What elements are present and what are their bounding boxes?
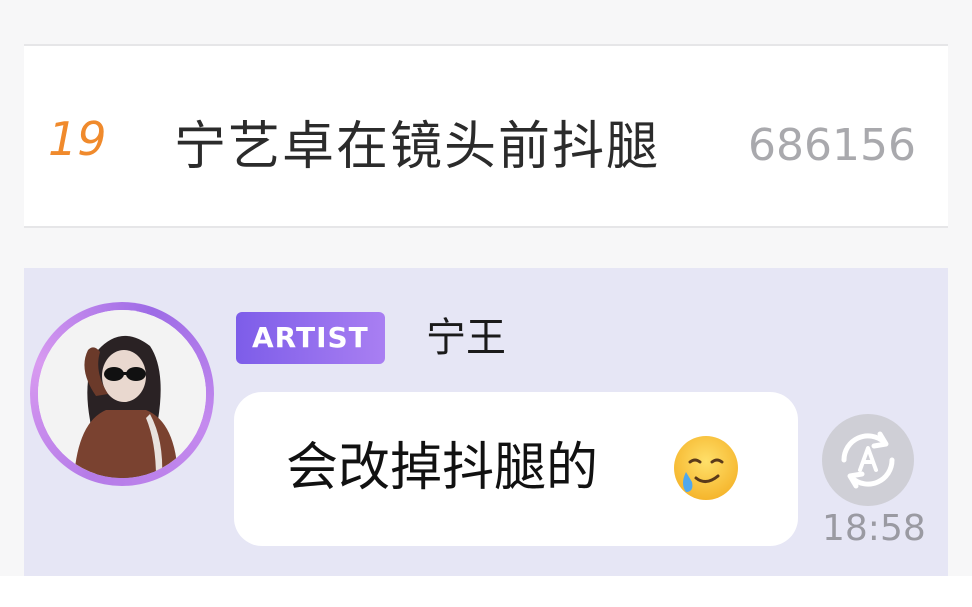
sender-name[interactable]: 宁王 xyxy=(426,312,506,364)
trending-title[interactable]: 宁艺卓在镜头前抖腿 xyxy=(174,104,660,179)
artist-badge: ARTIST xyxy=(236,312,385,364)
chat-message-row: ARTIST 宁王 会改掉抖腿的 18:58 xyxy=(24,268,948,576)
trending-count: 686156 xyxy=(748,120,916,171)
message-bubble[interactable]: 会改掉抖腿的 xyxy=(234,392,798,546)
avatar-image xyxy=(38,310,206,478)
face-holding-back-tears-icon xyxy=(674,436,738,500)
translate-icon xyxy=(841,431,895,489)
message-text: 会改掉抖腿的 xyxy=(286,438,599,498)
trending-item[interactable]: 19 宁艺卓在镜头前抖腿 686156 xyxy=(24,46,948,226)
avatar[interactable] xyxy=(38,310,206,478)
divider xyxy=(24,226,948,228)
bottom-area xyxy=(0,576,972,607)
avatar-ring[interactable] xyxy=(30,302,214,486)
translate-button[interactable] xyxy=(822,414,914,506)
trending-rank: 19 xyxy=(48,112,107,166)
page: 19 宁艺卓在镜头前抖腿 686156 ARTIST 宁王 会改掉抖腿的 18:… xyxy=(0,0,972,607)
message-time: 18:58 xyxy=(822,508,926,549)
